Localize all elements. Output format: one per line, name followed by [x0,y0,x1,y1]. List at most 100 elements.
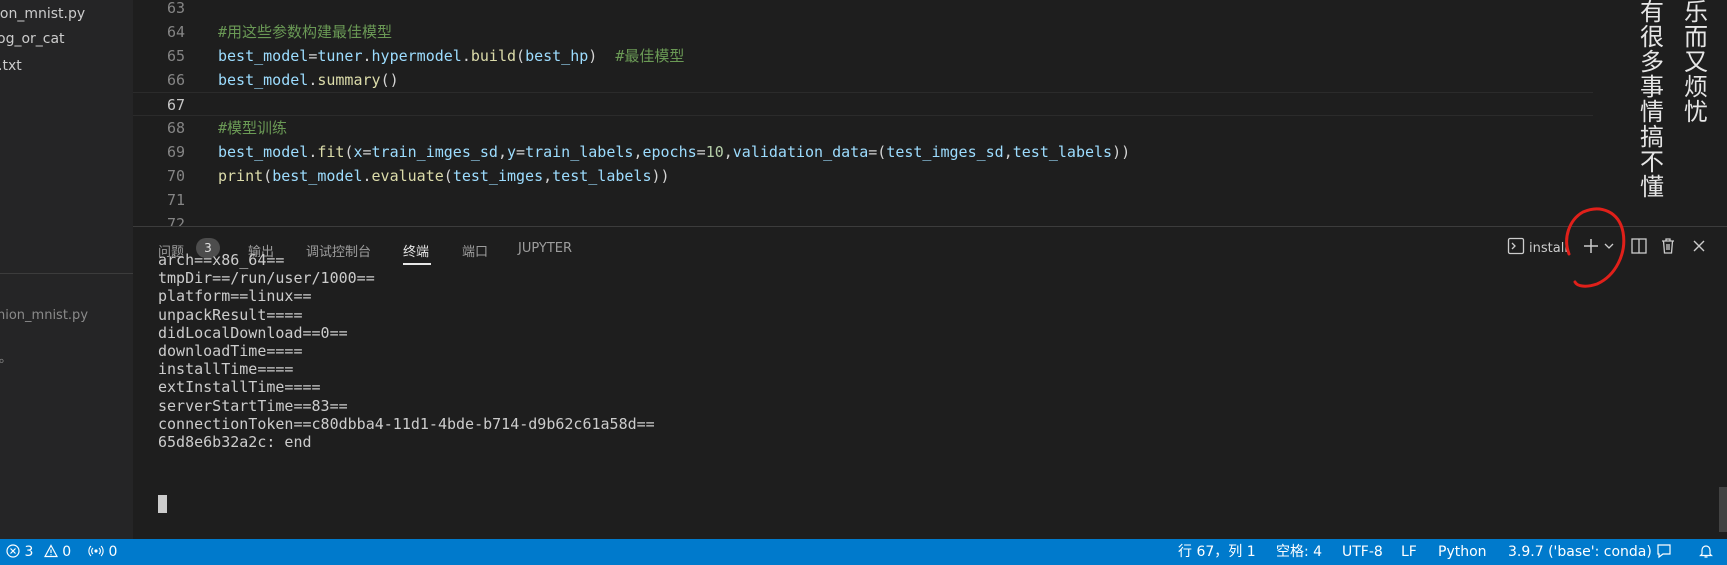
file-item-mnist[interactable]: ion_mnist.py [0,6,85,22]
code-text: best_model.summary() [218,68,399,92]
line-number: 66 [166,71,185,89]
terminal-line: serverStartTime==83== [158,396,348,415]
code-token: best_model [272,167,363,185]
ports-status[interactable]: 0 [88,539,117,565]
overlay-vertical-text-1: 有很多事情搞不懂 [1640,0,1664,201]
code-token: #模型训练 [218,119,288,137]
line-number: 64 [166,23,185,41]
code-token: = [696,143,706,161]
warning-icon [43,544,62,560]
code-token: , [723,143,733,161]
code-line[interactable]: 67 [133,92,1593,116]
code-token: best_model [218,47,309,65]
code-token: test_imges_sd [886,143,1004,161]
code-token: fit [317,143,345,161]
code-token: )) [1112,143,1131,161]
code-token: = [362,143,372,161]
code-line[interactable]: 70 print(best_model.evaluate(test_imges,t… [133,164,1593,188]
code-line[interactable]: 65 best_model=tuner.hypermodel.build(best… [133,44,1593,68]
code-line[interactable]: 69 best_model.fit(x=train_imges_sd,y=trai… [133,140,1593,164]
code-token: 10 [705,143,724,161]
line-number: 65 [166,47,185,65]
terminal-icon[interactable] [1507,237,1525,259]
line-number: 69 [166,143,185,161]
line-number: 63 [166,0,185,17]
code-token: validation_data [732,143,869,161]
language-mode[interactable]: Python [1438,539,1487,565]
code-token: train_labels [525,143,634,161]
code-token: . [461,47,471,65]
code-line[interactable]: 66 best_model.summary() [133,68,1593,92]
code-token: build [470,47,517,65]
code-text: #模型训练 [218,116,287,140]
tab-debug-console[interactable]: 调试控制台 [306,241,371,260]
code-text: best_model=tuner.hypermodel.build(best_h… [218,44,684,68]
warning-count: 0 [62,544,72,560]
error-count: 3 [24,544,34,560]
code-line[interactable]: 68 #模型训练 [133,116,1593,140]
indentation[interactable]: 空格: 4 [1276,539,1322,565]
code-token: test_labels [552,167,652,185]
code-token: ( [263,167,273,185]
tab-terminal[interactable]: 终端 [403,241,429,260]
red-circle-annotation [1565,207,1626,288]
code-token: test_imges [452,167,544,185]
code-editor[interactable]: 63 64 #用这些参数构建最佳模型 65 best_model=tuner.hyper… [133,0,1727,226]
code-token: ( [516,47,526,65]
terminal-line: installTime==== [158,360,294,379]
error-icon [6,544,24,560]
terminal-scrollbar[interactable] [1719,487,1727,532]
feedback-icon[interactable] [1655,539,1673,565]
code-token: , [1003,143,1013,161]
python-interpreter[interactable]: 3.9.7 ('base': conda) [1508,539,1652,565]
line-number: 71 [166,191,185,209]
encoding[interactable]: UTF-8 [1342,539,1383,565]
explorer-sidebar: ion_mnist.py og_or_cat 当.txt nion_mnist.… [0,0,133,539]
terminal-line: connectionToken==c80dbba4-11d1-4bde-b714… [158,414,655,433]
notifications-icon[interactable] [1697,539,1715,565]
code-token: =( [868,143,887,161]
code-token: = [516,143,526,161]
close-icon[interactable] [1690,237,1708,259]
code-token: x [353,143,363,161]
ports-count: 0 [108,544,118,560]
code-token: . [308,143,318,161]
trash-icon[interactable] [1659,237,1677,259]
tab-ports[interactable]: 端口 [462,241,488,260]
code-token: ) [588,47,616,65]
code-token: test_labels [1012,143,1113,161]
code-token: = [308,47,318,65]
bottom-panel: 问题 3 输出 调试控制台 终端 端口 JUPYTER install arch… [133,207,1727,539]
problems-status[interactable]: 3 0 [6,539,71,565]
code-token: evaluate [371,167,444,185]
code-line[interactable]: 72 [133,212,1593,226]
line-ending[interactable]: LF [1401,539,1417,565]
terminal-line: unpackResult==== [158,305,303,324]
line-number: 72 [166,215,185,226]
code-token: . [362,167,372,185]
cursor-position[interactable]: 行 67，列 1 [1178,539,1256,565]
active-tab-underline [403,263,431,265]
tab-jupyter[interactable]: JUPYTER [518,241,572,256]
timeline-item[interactable]: nion_mnist.py [0,308,88,323]
code-token: epochs [642,143,697,161]
terminal-line: 65d8e6b32a2c: end [158,433,312,451]
line-number: 68 [166,119,185,137]
code-token: best_hp [525,47,589,65]
terminal-line: extInstallTime==== [158,378,321,397]
code-token: print [218,167,264,185]
file-item-dog-or-cat[interactable]: og_or_cat [0,31,65,47]
code-token: tuner [317,47,363,65]
code-line[interactable]: 63 [133,0,1593,20]
code-line[interactable]: 71 [133,188,1593,212]
code-text: print(best_model.evaluate(test_imges,tes… [218,164,670,188]
file-item-txt[interactable]: 当.txt [0,55,22,75]
code-token: . [362,47,372,65]
terminal-line: downloadTime==== [158,342,303,360]
status-bar: 3 0 0 行 67，列 1 空格: 4 UTF-8 LF Python 3.9… [0,539,1727,565]
code-text: #用这些参数构建最佳模型 [218,20,392,44]
overlay-vertical-text-2: 乐而又烦忧 [1684,0,1708,126]
code-line[interactable]: 64 #用这些参数构建最佳模型 [133,20,1593,44]
code-token: best_model [218,71,309,89]
line-number: 67 [166,96,185,114]
